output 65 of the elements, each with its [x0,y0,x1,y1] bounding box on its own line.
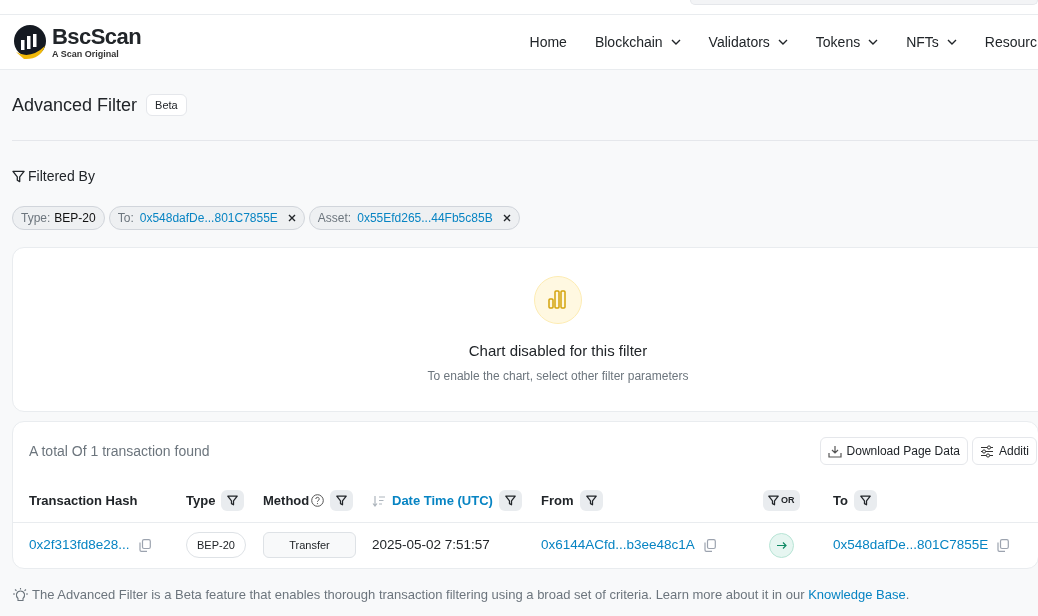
chart-disabled-title: Chart disabled for this filter [468,341,648,361]
column-header: To [833,491,848,510]
column-header[interactable]: Date Time (UTC) [392,490,493,511]
filter-button[interactable] [221,490,245,511]
table-cell-text: 2025-05-02 7:51:57 [372,535,490,554]
knowledge-base-link[interactable]: Knowledge Base [808,587,906,602]
column-header: Transaction Hash [29,491,138,510]
options-button[interactable]: Additi [971,437,1037,465]
filter-icon [12,170,25,183]
chevron-down-icon [946,39,957,45]
column-header: Method [263,491,310,510]
column-header: Type [186,491,216,510]
nav-link[interactable]: Resourc [984,31,1037,53]
filter-icon [768,495,779,506]
bar-chart-icon [534,276,582,324]
page-title: Advanced Filter [12,93,138,117]
nav-link[interactable]: Validators [708,31,788,53]
filter-icon [336,495,348,506]
nav-link[interactable]: Blockchain [594,31,681,53]
chevron-down-icon [868,39,879,45]
download-button[interactable]: Download Page Data [819,437,968,465]
address-link[interactable]: 0x6144ACfd...b3ee48c1A [541,534,695,556]
logo-name: BscScan [52,25,142,48]
logo-icon [12,24,48,60]
filter-icon [585,495,597,506]
nav-link[interactable]: Home [529,31,567,53]
filter-button[interactable] [498,490,522,511]
result-count: A total Of 1 transaction found [29,441,210,461]
filter-chip[interactable]: Type: BEP-20 [12,206,105,230]
chip-value: 0x548dafDe...801C7855E [139,210,278,227]
beta-notice: The Advanced Filter is a Beta feature that enables thorough transaction filtering using a broad set of criteria. Learn more about it in our Knowledge Base. [32,586,910,604]
nav-link[interactable]: Tokens [815,31,879,53]
filter-button[interactable] [853,490,877,511]
method-label: Transfer [263,531,356,559]
chip-key: Type: [21,209,51,227]
filter-chip[interactable]: Asset: 0x55Efd265...44Fb5c85B [308,206,520,230]
chip-value: BEP-20 [54,210,96,227]
chip-key: To: [117,209,134,227]
close-icon[interactable] [287,214,296,222]
filter-icon [227,495,239,506]
lightbulb-icon [12,587,29,602]
filter-chip[interactable]: To: 0x548dafDe...801C7855E [108,206,305,230]
search-field[interactable] [690,0,1038,5]
or-filter-button[interactable]: OR [763,490,800,511]
arrow-right-icon [769,532,794,558]
chevron-down-icon [777,39,788,45]
column-header: From [541,491,574,510]
filter-button[interactable] [330,490,354,511]
close-icon[interactable] [502,214,511,222]
filtered-by-label: Filtered By [28,167,95,186]
chip-key: Asset: [317,209,352,227]
sliders-icon [979,444,994,458]
address-link[interactable]: 0x2f313fd8e28... [29,534,130,556]
filter-icon [504,495,516,506]
beta-label: Beta [146,93,187,117]
chart-disabled-hint: To enable the chart, select other filter parameters [427,367,689,385]
filter-button[interactable] [579,490,603,511]
filter-icon [859,495,871,506]
nav-link[interactable]: NFTs [906,31,957,53]
logo-tagline: A Scan Original [52,49,120,59]
help-icon [311,494,325,507]
chip-value: 0x55Efd265...44Fb5c85B [357,210,493,227]
address-link[interactable]: 0x548dafDe...801C7855E [833,534,989,556]
download-icon [827,444,842,458]
chevron-down-icon [670,39,681,45]
